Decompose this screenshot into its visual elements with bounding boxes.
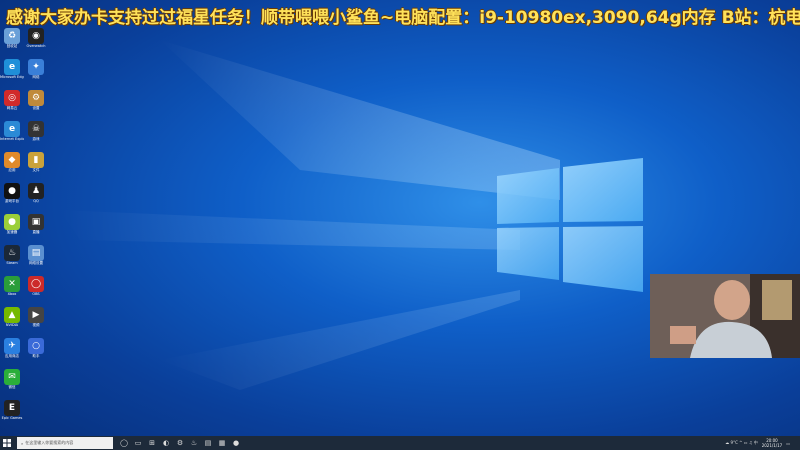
desktop-icon[interactable]: ☠ 游戏 bbox=[24, 121, 48, 147]
app-icon: ◉ bbox=[28, 28, 44, 44]
desktop-icon-label: 直播 bbox=[32, 230, 40, 234]
app-icon: ● bbox=[4, 214, 20, 230]
desktop-icon-label: 网络设置 bbox=[29, 261, 43, 265]
desktop-icon-label: Internet Explorer bbox=[0, 137, 24, 141]
desktop-icon-label: 网络 bbox=[32, 75, 40, 79]
desktop-icon-label: 应用商店 bbox=[5, 354, 19, 358]
desktop-icon-label: NVIDIA bbox=[5, 323, 19, 327]
webcam-overlay bbox=[650, 274, 800, 358]
taskbar-pinned-apps: ◯ ▭ ⊞ ◐ ⚙ ♨ ▤ ▦ ● bbox=[117, 436, 243, 450]
app-icon: ☠ bbox=[28, 121, 44, 137]
desktop-icon[interactable]: ◆ 应用 bbox=[0, 152, 24, 178]
desktop-icon[interactable]: ○ 助手 bbox=[24, 338, 48, 364]
app-icon: ● bbox=[4, 183, 20, 199]
desktop-icon-label: 应用 bbox=[8, 168, 16, 172]
taskbar-app-icon[interactable]: ♨ bbox=[187, 436, 201, 450]
taskbar: ⌕ 在这里输入你要搜索的内容 ◯ ▭ ⊞ ◐ ⚙ ♨ ▤ ▦ ● ☁ 9°C ^ ▭ ♫ 中 2… bbox=[0, 436, 800, 450]
desktop-icon-label: 游戏 bbox=[32, 137, 40, 141]
tray-status-icons[interactable]: ☁ 9°C ^ ▭ ♫ 中 bbox=[725, 440, 757, 446]
desktop-icon-label: 视频 bbox=[32, 323, 40, 327]
app-icon: ✉ bbox=[4, 369, 20, 385]
desktop-icon[interactable]: ▶ 视频 bbox=[24, 307, 48, 333]
windows-logo bbox=[497, 158, 643, 292]
app-icon: ♻ bbox=[4, 28, 20, 44]
app-icon: ▮ bbox=[28, 152, 44, 168]
app-icon: ✈ bbox=[4, 338, 20, 354]
taskbar-app-icon[interactable]: ⊞ bbox=[145, 436, 159, 450]
app-icon: ▲ bbox=[4, 307, 20, 323]
app-icon: ✕ bbox=[4, 276, 20, 292]
desktop-icon[interactable]: e Microsoft Edge bbox=[0, 59, 24, 85]
app-icon: ▤ bbox=[28, 245, 44, 261]
taskbar-search-box[interactable]: ⌕ 在这里输入你要搜索的内容 bbox=[17, 437, 113, 449]
desktop-icon-label: 助手 bbox=[32, 354, 40, 358]
desktop-icon[interactable]: ◯ OBS bbox=[24, 276, 48, 302]
windows-start-icon bbox=[3, 439, 11, 447]
desktop-icon[interactable]: ▤ 网络设置 bbox=[24, 245, 48, 271]
start-button[interactable] bbox=[0, 436, 14, 450]
desktop-icon-label: 设置 bbox=[32, 106, 40, 110]
desktop-icon-label: 文件 bbox=[32, 168, 40, 172]
desktop-icon[interactable]: ◎ 网易云 bbox=[0, 90, 24, 116]
taskbar-app-icon[interactable]: ◯ bbox=[117, 436, 131, 450]
system-tray: ☁ 9°C ^ ▭ ♫ 中 20:00 2021/1/17 ▭ bbox=[725, 436, 800, 450]
taskbar-app-icon[interactable]: ● bbox=[229, 436, 243, 450]
app-icon: ▣ bbox=[28, 214, 44, 230]
wallpaper-beams bbox=[60, 40, 560, 390]
desktop-icon[interactable]: ♨ Steam bbox=[0, 245, 24, 271]
desktop-icon-label: 回收站 bbox=[6, 44, 18, 48]
search-icon: ⌕ bbox=[21, 440, 24, 446]
desktop-icon-label: QQ bbox=[33, 199, 39, 203]
search-placeholder: 在这里输入你要搜索的内容 bbox=[25, 440, 74, 445]
desktop-icon-label: Microsoft Edge bbox=[0, 75, 24, 79]
taskbar-app-icon[interactable]: ◐ bbox=[159, 436, 173, 450]
app-icon: ♨ bbox=[4, 245, 20, 261]
desktop-icon[interactable]: ⚙ 设置 bbox=[24, 90, 48, 116]
app-icon: ◎ bbox=[4, 90, 20, 106]
taskbar-app-icon[interactable]: ▦ bbox=[215, 436, 229, 450]
desktop-icon[interactable]: ♻ 回收站 bbox=[0, 28, 24, 54]
desktop-icon-label: Overwatch bbox=[26, 44, 46, 48]
taskbar-app-icon[interactable]: ▭ bbox=[131, 436, 145, 450]
desktop-icon-label: 加速器 bbox=[6, 230, 18, 234]
desktop-icon[interactable]: ◉ Overwatch bbox=[24, 28, 48, 54]
desktop-icon[interactable]: ✈ 应用商店 bbox=[0, 338, 24, 364]
app-icon: ♟ bbox=[28, 183, 44, 199]
app-icon: ○ bbox=[28, 338, 44, 354]
app-icon: ◆ bbox=[4, 152, 20, 168]
taskbar-app-icon[interactable]: ▤ bbox=[201, 436, 215, 450]
desktop-icon-label: OBS bbox=[32, 292, 40, 296]
desktop-icon-label: Epic Games bbox=[1, 416, 23, 420]
desktop-icon-label: 游戏平台 bbox=[5, 199, 19, 203]
desktop-icon-label: 网易云 bbox=[6, 106, 18, 110]
desktop-icon[interactable]: ● 游戏平台 bbox=[0, 183, 24, 209]
desktop-icon[interactable]: ✦ 网络 bbox=[24, 59, 48, 85]
desktop-icon[interactable]: E Epic Games bbox=[0, 400, 24, 426]
app-icon: ◯ bbox=[28, 276, 44, 292]
stream-banner-text: 感谢大家办卡支持过过福星任务！顺带喂喂小鲨鱼~电脑配置：i9-10980ex,3… bbox=[6, 8, 800, 28]
desktop-icon[interactable]: ✕ Xbox bbox=[0, 276, 24, 302]
app-icon: ✦ bbox=[28, 59, 44, 75]
clock-date: 2021/1/17 bbox=[761, 443, 783, 448]
desktop-icon-label: Steam bbox=[6, 261, 18, 265]
desktop-icon[interactable]: ▣ 直播 bbox=[24, 214, 48, 240]
clock[interactable]: 20:00 2021/1/17 bbox=[762, 438, 783, 448]
desktop-icon[interactable]: eInternet Explorer bbox=[0, 121, 24, 147]
taskbar-app-icon[interactable]: ⚙ bbox=[173, 436, 187, 450]
app-icon: ▶ bbox=[28, 307, 44, 323]
desktop-icon-label: 微信 bbox=[8, 385, 16, 389]
app-icon: E bbox=[4, 400, 20, 416]
desktop-icon[interactable]: ✉ 微信 bbox=[0, 369, 24, 395]
desktop-icon[interactable]: ● 加速器 bbox=[0, 214, 24, 240]
desktop-icon[interactable]: ▲ NVIDIA bbox=[0, 307, 24, 333]
notification-icon[interactable]: ▭ bbox=[786, 441, 790, 446]
app-icon: e bbox=[4, 121, 20, 137]
desktop-icon[interactable]: ▮ 文件 bbox=[24, 152, 48, 178]
desktop-icon[interactable]: ♟ QQ bbox=[24, 183, 48, 209]
app-icon: ⚙ bbox=[28, 90, 44, 106]
desktop-icon-label: Xbox bbox=[7, 292, 17, 296]
app-icon: e bbox=[4, 59, 20, 75]
